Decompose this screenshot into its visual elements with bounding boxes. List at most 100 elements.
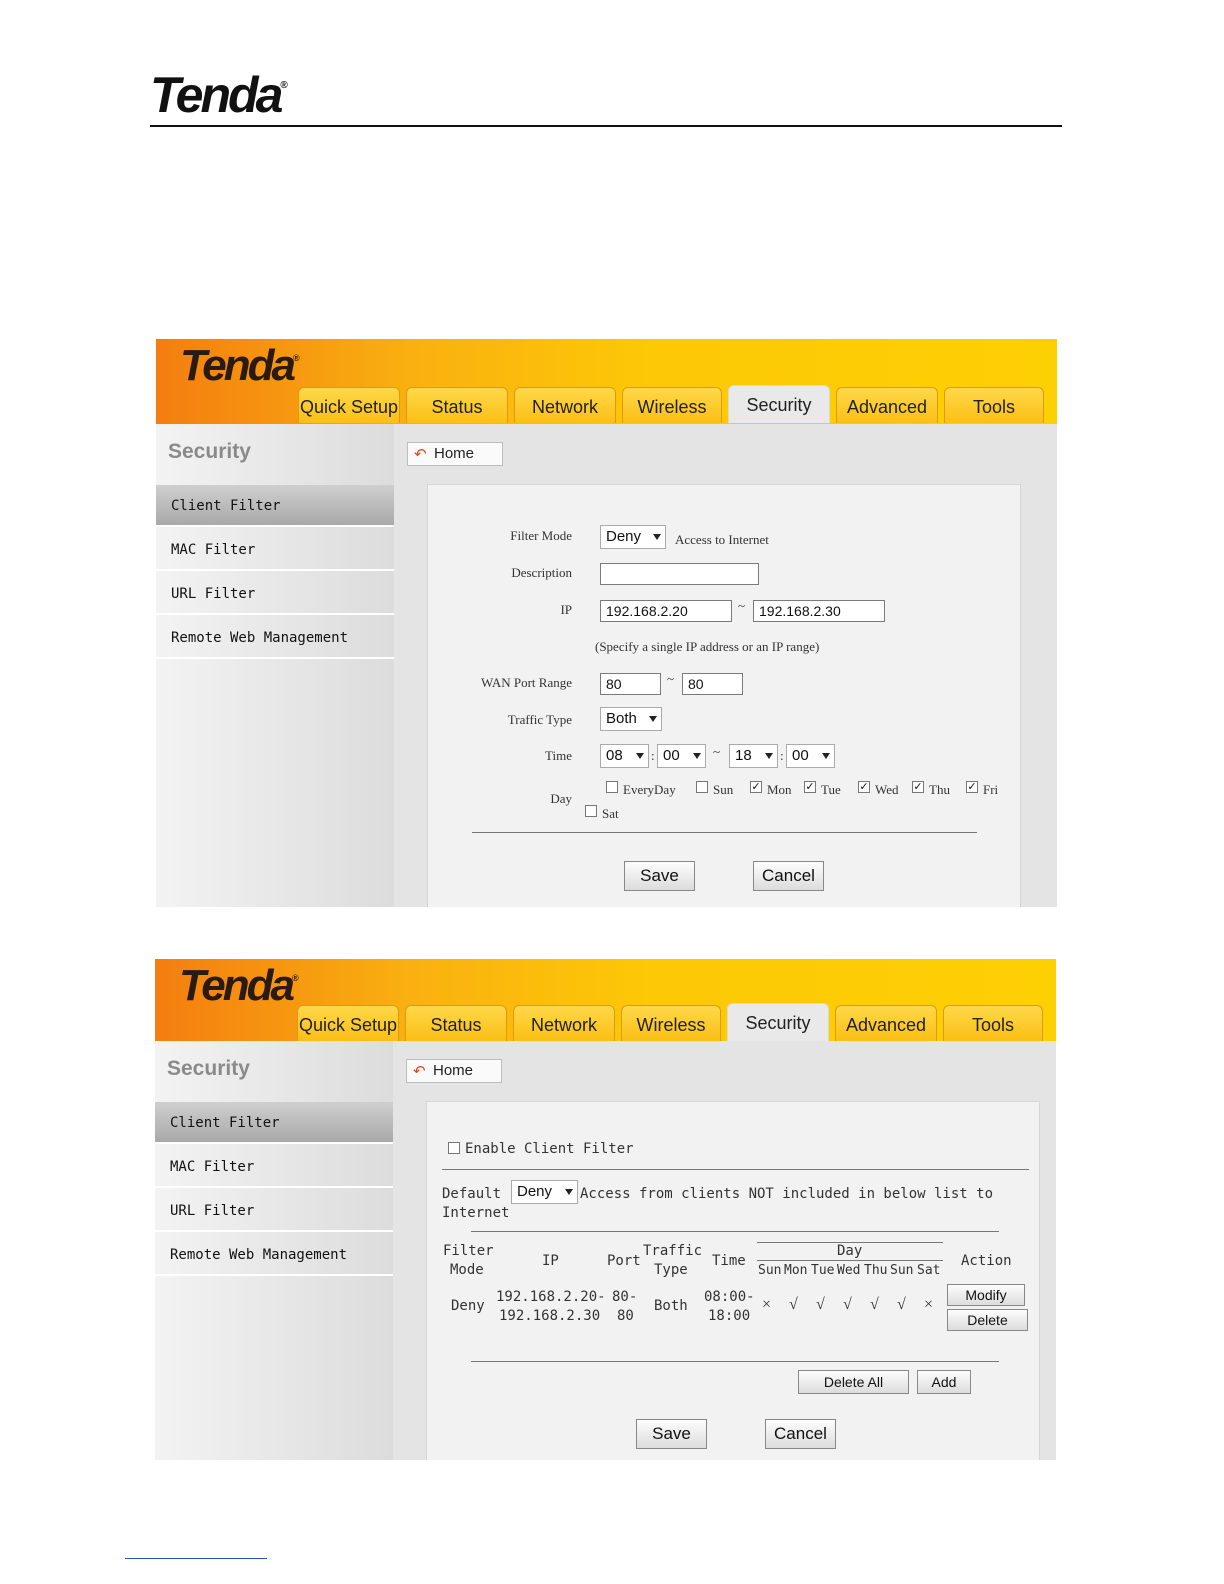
tab-network[interactable]: Network [513, 1005, 615, 1041]
tab-wireless[interactable]: Wireless [621, 1005, 721, 1041]
sidebar-item-client-filter[interactable]: Client Filter [155, 1102, 393, 1144]
chevron-down-icon [649, 716, 657, 722]
checkbox-everyday[interactable] [606, 781, 618, 793]
row-day-thu-mark: √ [870, 1296, 879, 1313]
brand-logo: Tenda® [179, 961, 299, 1010]
sidebar-item-url-filter[interactable]: URL Filter [156, 573, 394, 615]
checkbox-sat[interactable] [585, 805, 597, 817]
checkbox-label-mon: Mon [767, 782, 792, 797]
main-tabs: Quick Setup Status Network Wireless Secu… [298, 385, 1044, 423]
col-header-day-sat: Sat [917, 1263, 941, 1278]
checkbox-fri[interactable]: ✓ [966, 781, 978, 793]
enable-client-filter-checkbox[interactable] [448, 1142, 460, 1154]
tab-advanced[interactable]: Advanced [836, 387, 938, 423]
default-policy-description: Access from clients NOT included in belo… [580, 1186, 994, 1202]
filter-mode-suffix: Access to Internet [675, 532, 769, 547]
row-day-sat-mark: × [924, 1296, 934, 1313]
checkbox-mon[interactable]: ✓ [750, 781, 762, 793]
checkbox-wed[interactable]: ✓ [858, 781, 870, 793]
tab-advanced[interactable]: Advanced [835, 1005, 937, 1041]
tab-network[interactable]: Network [514, 387, 616, 423]
tab-quick-setup[interactable]: Quick Setup [297, 1005, 399, 1041]
enable-client-filter-label: Enable Client Filter [465, 1141, 634, 1157]
end-minute-select[interactable]: 00 [786, 744, 835, 768]
section-divider [442, 1169, 1029, 1170]
chevron-down-icon [565, 1189, 573, 1195]
checkbox-tue[interactable]: ✓ [804, 781, 816, 793]
sidebar-item-mac-filter[interactable]: MAC Filter [155, 1146, 393, 1188]
delete-all-button[interactable]: Delete All [798, 1370, 909, 1394]
sidebar-item-remote-web-management[interactable]: Remote Web Management [156, 617, 394, 659]
time-colon: : [651, 748, 655, 763]
home-button[interactable]: ↶ Home [406, 1059, 502, 1083]
page-logo: Tenda® [150, 67, 288, 123]
row-day-sun2-mark: √ [897, 1296, 906, 1313]
cancel-button[interactable]: Cancel [753, 861, 824, 891]
home-button[interactable]: ↶ Home [407, 442, 503, 466]
tab-security[interactable]: Security [728, 385, 830, 423]
tab-quick-setup[interactable]: Quick Setup [298, 387, 400, 423]
traffic-type-label: Traffic Type [507, 712, 572, 727]
rule-form-panel: Filter Mode Deny Access to Internet Desc… [427, 484, 1021, 907]
description-input[interactable] [600, 563, 759, 585]
start-minute-select[interactable]: 00 [657, 744, 706, 768]
tab-tools[interactable]: Tools [944, 387, 1044, 423]
row-port-start: 80- [612, 1289, 638, 1305]
delete-button[interactable]: Delete [947, 1309, 1028, 1331]
checkbox-sun[interactable] [696, 781, 708, 793]
checkbox-label-thu: Thu [929, 782, 950, 797]
row-ip-start: 192.168.2.20- [496, 1289, 606, 1305]
header-rule [150, 125, 1062, 127]
sidebar-title: Security [168, 440, 251, 463]
checkbox-label-wed: Wed [875, 782, 899, 797]
wan-port-range-label: WAN Port Range [481, 675, 572, 690]
tab-tools[interactable]: Tools [943, 1005, 1043, 1041]
tab-status[interactable]: Status [405, 1005, 507, 1041]
start-hour-select[interactable]: 08 [600, 744, 649, 768]
checkbox-thu[interactable]: ✓ [912, 781, 924, 793]
time-range-separator: ~ [713, 744, 721, 759]
default-label: Default [442, 1186, 502, 1202]
add-button[interactable]: Add [917, 1370, 971, 1394]
col-header-ip: IP [542, 1253, 559, 1269]
end-hour-select[interactable]: 18 [729, 744, 778, 768]
sidebar-item-client-filter[interactable]: Client Filter [156, 485, 394, 527]
save-button[interactable]: Save [624, 861, 695, 891]
col-header-action: Action [961, 1253, 1012, 1269]
row-day-mon-mark: √ [789, 1296, 798, 1313]
brand-logo: Tenda® [180, 341, 300, 390]
row-day-wed-mark: √ [843, 1296, 852, 1313]
row-time-start: 08:00- [704, 1289, 755, 1305]
ip-end-input[interactable]: 192.168.2.30 [753, 600, 885, 622]
chevron-down-icon [693, 753, 701, 759]
tab-security[interactable]: Security [727, 1003, 829, 1041]
ip-label: IP [560, 602, 572, 617]
col-header-filter-mode: Filter [443, 1243, 494, 1259]
tab-wireless[interactable]: Wireless [622, 387, 722, 423]
row-port-end: 80 [617, 1308, 634, 1324]
row-day-tue-mark: √ [816, 1296, 825, 1313]
ip-start-input[interactable]: 192.168.2.20 [600, 600, 732, 622]
modify-button[interactable]: Modify [947, 1284, 1025, 1306]
col-header-time: Time [712, 1253, 746, 1269]
ip-hint: (Specify a single IP address or an IP ra… [595, 639, 820, 654]
footer-link-underline [125, 1558, 267, 1559]
chevron-down-icon [653, 534, 661, 540]
sidebar-item-url-filter[interactable]: URL Filter [155, 1190, 393, 1232]
port-end-input[interactable]: 80 [682, 673, 743, 695]
port-start-input[interactable]: 80 [600, 673, 661, 695]
chevron-down-icon [636, 753, 644, 759]
time-colon: : [780, 748, 784, 763]
sidebar-item-mac-filter[interactable]: MAC Filter [156, 529, 394, 571]
checkbox-label-fri: Fri [983, 782, 999, 797]
traffic-type-select[interactable]: Both [600, 707, 662, 731]
tab-status[interactable]: Status [406, 387, 508, 423]
default-policy-select[interactable]: Deny [511, 1180, 578, 1204]
day-label: Day [550, 791, 572, 806]
sidebar-item-remote-web-management[interactable]: Remote Web Management [155, 1234, 393, 1276]
form-divider [472, 832, 977, 833]
filter-mode-select[interactable]: Deny [600, 525, 666, 549]
col-header-day-sun-2: Sun [890, 1263, 914, 1278]
cancel-button[interactable]: Cancel [765, 1419, 836, 1449]
save-button[interactable]: Save [636, 1419, 707, 1449]
